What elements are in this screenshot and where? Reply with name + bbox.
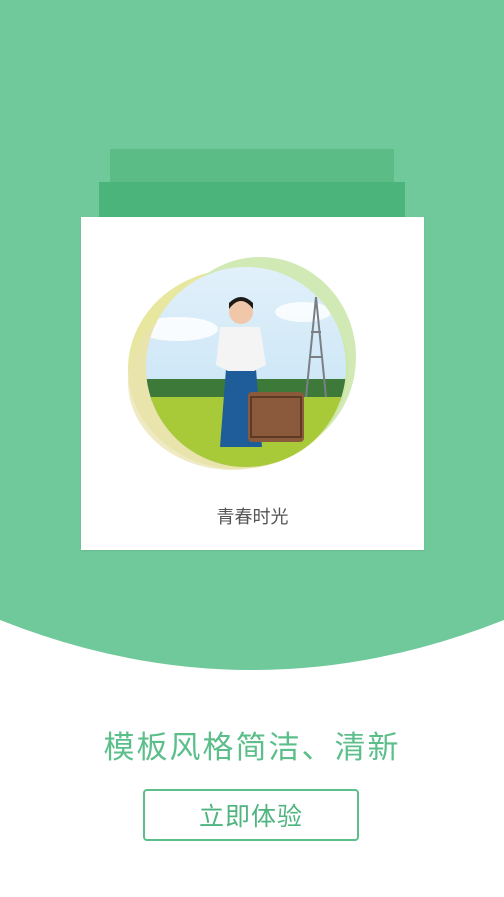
hero-curve <box>0 560 504 670</box>
try-now-button[interactable]: 立即体验 <box>143 789 359 841</box>
template-card[interactable]: 青春时光 <box>81 217 424 550</box>
headline: 模板风格简洁、清新 <box>103 730 401 766</box>
card-caption: 青春时光 <box>216 507 289 528</box>
card-photo <box>128 257 356 470</box>
card-stack-middle <box>99 182 405 222</box>
